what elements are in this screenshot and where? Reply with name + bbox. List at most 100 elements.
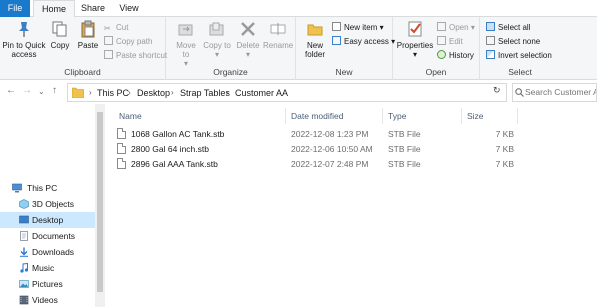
column-header-date-modified[interactable]: Date modified xyxy=(291,107,343,125)
copy-to-button[interactable]: Copy to ▾ xyxy=(203,20,231,59)
new-folder-icon xyxy=(307,24,323,36)
delete-icon xyxy=(241,22,255,36)
column-divider[interactable] xyxy=(382,108,383,124)
nav-item-3d-objects[interactable]: 3D Objects xyxy=(0,196,95,212)
easy-access-label: Easy access xyxy=(344,37,389,46)
organize-group: Move to ▾ Copy to ▾ Delete ▾ Rename Orga… xyxy=(166,17,296,80)
copy-button[interactable]: Copy xyxy=(48,20,72,50)
chevron-down-icon: ▾ xyxy=(379,23,384,32)
history-button[interactable]: History xyxy=(437,50,474,62)
ribbon-tab-strip: File Home Share View xyxy=(0,0,597,18)
nav-item-pictures[interactable]: Pictures xyxy=(0,276,95,292)
copy-path-label: Copy path xyxy=(116,37,153,46)
nav-label: Downloads xyxy=(32,247,75,257)
column-divider[interactable] xyxy=(461,108,462,124)
search-input[interactable] xyxy=(525,87,596,97)
edit-label: Edit xyxy=(449,37,463,46)
tab-file[interactable]: File xyxy=(0,0,30,17)
nav-item-desktop[interactable]: Desktop xyxy=(0,212,95,228)
new-folder-button[interactable]: New folder xyxy=(300,20,330,59)
pin-to-quick-access-button[interactable]: Pin to Quick access xyxy=(2,20,46,59)
nav-item-music[interactable]: Music xyxy=(0,260,95,276)
file-icon xyxy=(117,143,126,154)
paste-shortcut-button[interactable]: Paste shortcut xyxy=(104,50,167,62)
breadcrumb-separator-icon: › xyxy=(128,88,131,97)
file-name: 1068 Gallon AC Tank.stb xyxy=(131,129,225,139)
folder-icon xyxy=(72,87,84,98)
column-header-type[interactable]: Type xyxy=(388,107,406,125)
select-none-label: Select none xyxy=(498,37,541,46)
easy-access-icon xyxy=(332,36,341,45)
chevron-down-icon: ▾ xyxy=(412,50,417,59)
invert-selection-button[interactable]: Invert selection xyxy=(486,50,552,62)
open-group: Properties ▾ Open ▾ Edit History Open xyxy=(393,17,480,80)
table-row[interactable]: 2800 Gal 64 inch.stb 2022-12-06 10:50 AM… xyxy=(117,142,517,156)
file-type: STB File xyxy=(388,159,421,169)
column-header-size[interactable]: Size xyxy=(467,107,484,125)
copy-icon xyxy=(52,21,67,37)
new-item-button[interactable]: New item ▾ xyxy=(332,22,384,34)
nav-label: Documents xyxy=(32,231,75,241)
breadcrumb-separator-icon: › xyxy=(171,88,174,97)
file-type: STB File xyxy=(388,129,421,139)
search-box[interactable] xyxy=(512,83,597,102)
select-none-button[interactable]: Select none xyxy=(486,36,540,48)
properties-button[interactable]: Properties ▾ xyxy=(395,20,435,59)
nav-item-documents[interactable]: Documents xyxy=(0,228,95,244)
up-arrow-icon[interactable]: ↑ xyxy=(52,85,57,96)
easy-access-button[interactable]: Easy access ▾ xyxy=(332,36,395,48)
edit-button[interactable]: Edit xyxy=(437,36,463,48)
file-icon xyxy=(117,128,126,139)
column-divider[interactable] xyxy=(285,108,286,124)
clipboard-group: Pin to Quick access Copy Paste ✂ Cut Cop… xyxy=(0,17,167,80)
download-arrow-icon xyxy=(20,247,28,257)
pictures-icon xyxy=(19,280,29,288)
copy-path-icon xyxy=(104,36,113,45)
nav-item-this-pc[interactable]: This PC xyxy=(0,180,95,196)
delete-label: Delete xyxy=(236,41,260,50)
paste-button[interactable]: Paste xyxy=(75,20,101,50)
search-icon xyxy=(515,88,524,97)
nav-label: Desktop xyxy=(32,215,64,225)
rename-button[interactable]: Rename xyxy=(263,20,293,50)
breadcrumb-separator-icon: › xyxy=(226,88,229,97)
cut-button[interactable]: ✂ Cut xyxy=(104,22,128,34)
pin-label: Pin to Quick access xyxy=(2,41,46,59)
tab-view[interactable]: View xyxy=(111,0,147,17)
column-header-name[interactable]: Name xyxy=(119,107,142,125)
nav-item-videos[interactable]: Videos xyxy=(0,292,95,307)
navigation-pane: This PC 3D Objects Desktop Documents Dow… xyxy=(0,104,105,307)
recent-locations-chevron-icon[interactable]: ⌄ xyxy=(38,87,45,96)
select-all-button[interactable]: Select all xyxy=(486,22,530,34)
breadcrumb-strap-tables[interactable]: Strap Tables xyxy=(180,88,230,98)
clipboard-group-label: Clipboard xyxy=(64,67,101,77)
nav-item-downloads[interactable]: Downloads xyxy=(0,244,95,260)
breadcrumb-desktop[interactable]: Desktop xyxy=(137,88,170,98)
rename-icon xyxy=(270,23,286,35)
forward-arrow-icon[interactable]: → xyxy=(22,85,32,96)
paste-shortcut-icon xyxy=(104,50,113,59)
column-divider[interactable] xyxy=(517,108,518,124)
nav-label: This PC xyxy=(27,183,58,193)
file-size: 7 KB xyxy=(495,129,514,139)
tab-share[interactable]: Share xyxy=(76,0,110,17)
delete-button[interactable]: Delete ▾ xyxy=(235,20,261,59)
open-group-label: Open xyxy=(425,67,447,77)
properties-icon xyxy=(408,21,422,37)
breadcrumb-customer-aa[interactable]: Customer AA xyxy=(235,88,288,98)
navigation-pane-scrollbar-thumb[interactable] xyxy=(97,112,103,292)
open-button[interactable]: Open ▾ xyxy=(437,22,475,34)
refresh-icon[interactable]: ↻ xyxy=(493,85,501,96)
navigation-bar: ← → ⌄ ↑ › This PC › Desktop › Strap Tabl… xyxy=(0,80,597,104)
table-row[interactable]: 2896 Gal AAA Tank.stb 2022-12-07 2:48 PM… xyxy=(117,157,517,171)
select-all-label: Select all xyxy=(498,23,531,32)
back-arrow-icon[interactable]: ← xyxy=(6,85,16,96)
table-row[interactable]: 1068 Gallon AC Tank.stb 2022-12-08 1:23 … xyxy=(117,127,517,141)
copy-path-button[interactable]: Copy path xyxy=(104,36,152,48)
breadcrumb-this-pc[interactable]: This PC xyxy=(97,88,129,98)
address-bar[interactable]: › This PC › Desktop › Strap Tables › Cus… xyxy=(67,83,507,102)
tab-home[interactable]: Home xyxy=(33,0,75,18)
new-item-label: New item xyxy=(344,23,378,32)
move-to-button[interactable]: Move to ▾ xyxy=(172,20,200,68)
history-label: History xyxy=(449,51,474,60)
